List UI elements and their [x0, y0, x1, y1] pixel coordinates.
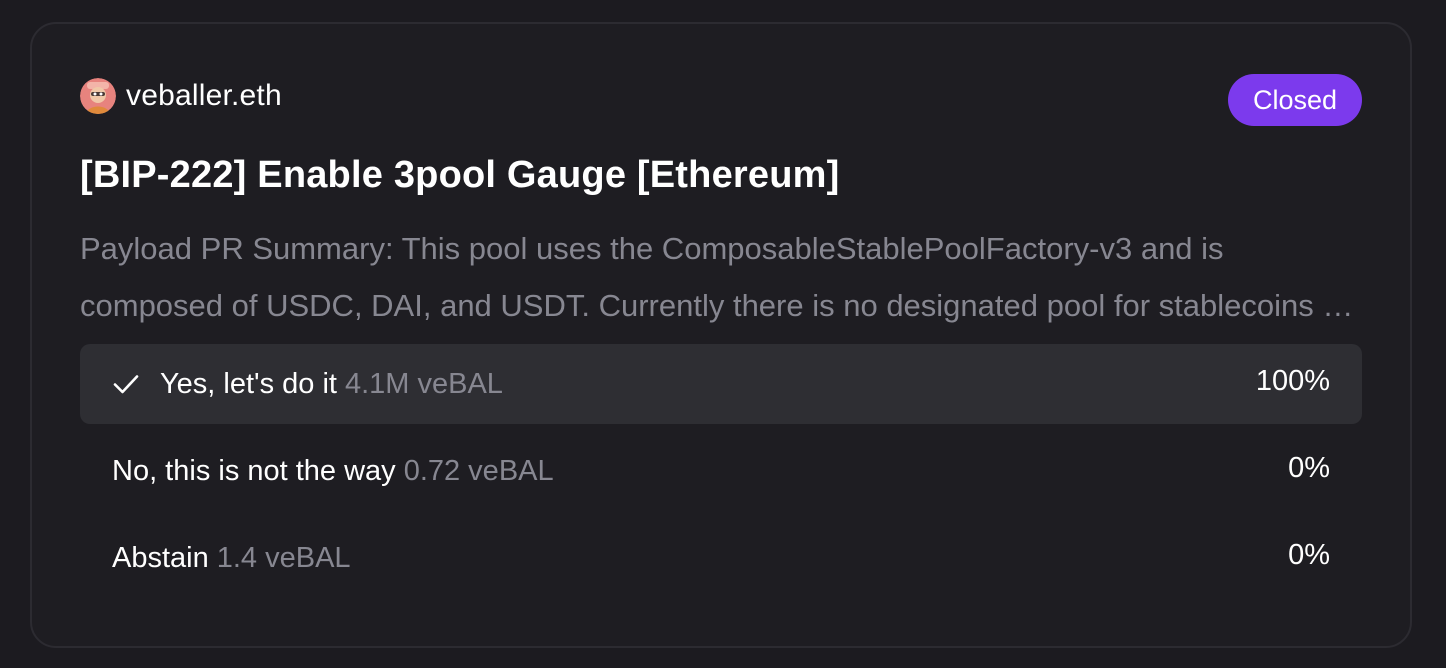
choice-label: No, this is not the way — [112, 454, 396, 487]
choice-percent: 0% — [1288, 451, 1330, 484]
choice-label: Abstain — [112, 541, 209, 574]
author-name[interactable]: veballer.eth — [126, 79, 282, 113]
choice-label: Yes, let's do it — [160, 367, 337, 400]
avatar — [80, 78, 116, 114]
choice-row-abstain[interactable]: Abstain 1.4 veBAL 0% — [80, 518, 1362, 598]
choice-row-no[interactable]: No, this is not the way 0.72 veBAL 0% — [80, 431, 1362, 511]
status-badge: Closed — [1227, 74, 1362, 126]
choice-votes: 1.4 veBAL — [216, 541, 351, 574]
author[interactable]: veballer.eth — [80, 78, 282, 114]
proposal-card[interactable]: veballer.eth Closed [BIP-222] Enable 3po… — [30, 22, 1412, 648]
choice-percent: 0% — [1288, 538, 1330, 571]
choice-results: Yes, let's do it 4.1M veBAL 100% No, thi… — [80, 344, 1362, 598]
proposal-summary: Payload PR Summary: This pool uses the C… — [80, 231, 1357, 323]
choice-row-yes[interactable]: Yes, let's do it 4.1M veBAL 100% — [80, 344, 1362, 424]
check-icon — [112, 370, 140, 398]
choice-percent: 100% — [1255, 364, 1330, 397]
choice-votes: 0.72 veBAL — [403, 454, 554, 487]
choice-votes: 4.1M veBAL — [344, 367, 503, 400]
proposal-title[interactable]: [BIP-222] Enable 3pool Gauge [Ethereum] — [80, 154, 840, 197]
